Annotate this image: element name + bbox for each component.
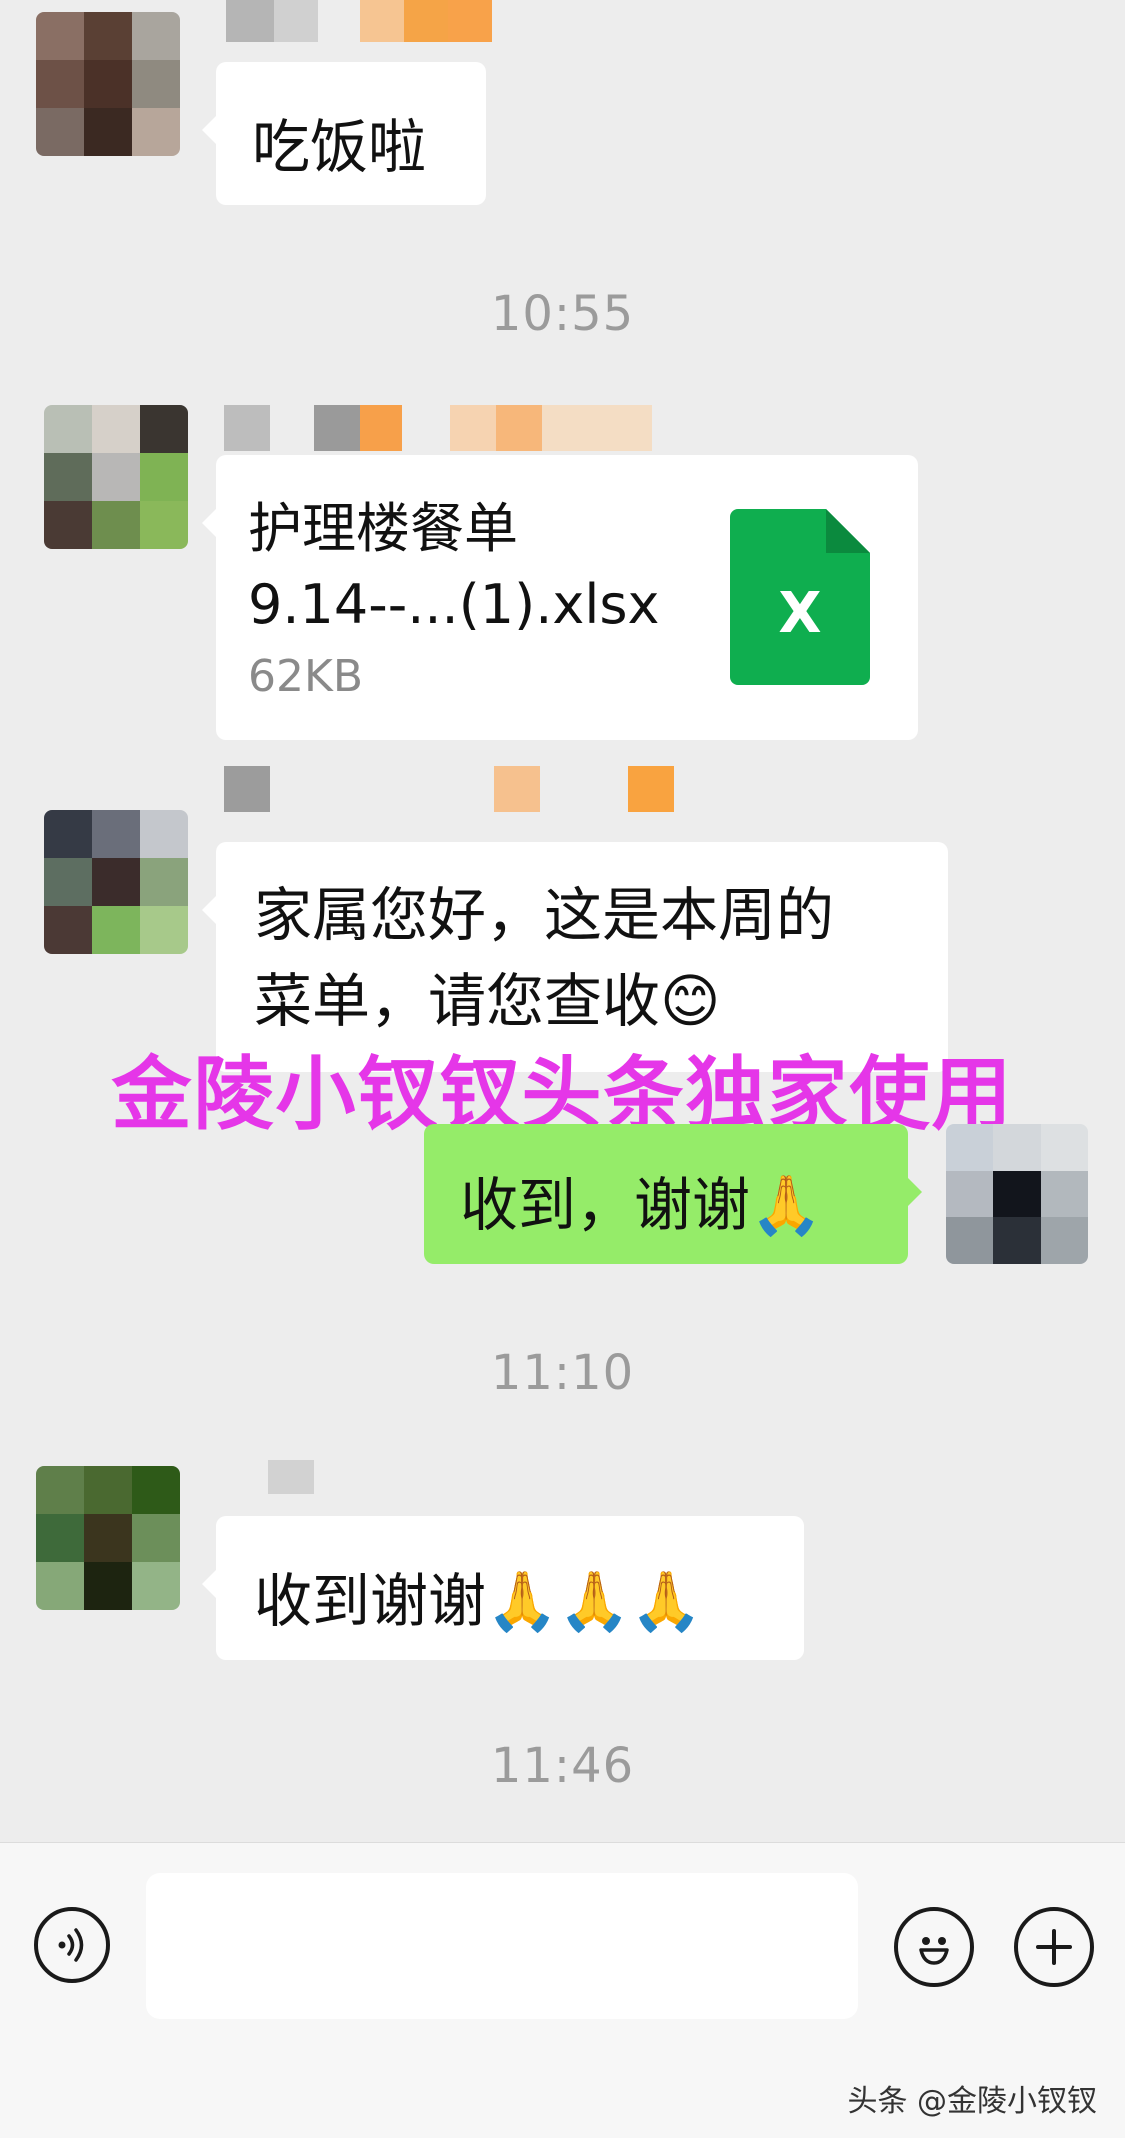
outgoing-message-bubble[interactable]: 收到，谢谢🙏 — [424, 1124, 922, 1264]
voice-icon — [58, 1928, 84, 1962]
source-credit: 头条 @金陵小钗钗 — [847, 2084, 1097, 2119]
sender-name-redacted — [224, 766, 684, 812]
sender-name-redacted — [224, 405, 684, 451]
file-size: 62KB — [248, 651, 364, 702]
plus-icon — [1036, 1929, 1072, 1965]
message-text: 收到，谢谢🙏 — [460, 1171, 823, 1239]
message-text-line-1: 家属您好，这是本周的 — [254, 881, 835, 949]
message-bubble[interactable]: 吃饭啦 — [202, 62, 486, 205]
message-text: 收到谢谢🙏🙏🙏 — [254, 1567, 703, 1635]
message-bubble[interactable]: 收到谢谢🙏🙏🙏 — [202, 1516, 804, 1660]
timestamp: 10:55 — [490, 286, 635, 342]
voice-button[interactable] — [34, 1907, 110, 1983]
avatar[interactable] — [36, 12, 180, 156]
avatar[interactable] — [44, 810, 188, 954]
timestamp: 11:46 — [490, 1738, 635, 1794]
timestamp: 11:10 — [490, 1345, 635, 1401]
chat-input-bar: 头条 @金陵小钗钗 — [0, 1842, 1125, 2138]
avatar[interactable] — [44, 405, 188, 549]
excel-file-icon: X — [730, 509, 870, 685]
file-name-line-1: 护理楼餐单 — [248, 497, 518, 560]
file-message-bubble[interactable]: 护理楼餐单 9.14--...(1).xlsx 62KB X — [202, 455, 918, 740]
plus-button[interactable] — [1014, 1907, 1094, 1987]
avatar[interactable] — [36, 1466, 180, 1610]
my-avatar[interactable] — [946, 1124, 1088, 1264]
emoji-button[interactable] — [894, 1907, 974, 1987]
file-name: 护理楼餐单 9.14--...(1).xlsx — [248, 491, 659, 643]
sender-name-redacted — [226, 1452, 326, 1498]
file-name-line-2: 9.14--...(1).xlsx — [248, 573, 660, 636]
message-input[interactable] — [146, 1873, 858, 2019]
message-text: 吃饭啦 — [252, 113, 427, 181]
emoji-icon — [919, 1937, 949, 1965]
excel-icon-letter: X — [778, 581, 822, 646]
sender-name-redacted — [226, 0, 646, 46]
